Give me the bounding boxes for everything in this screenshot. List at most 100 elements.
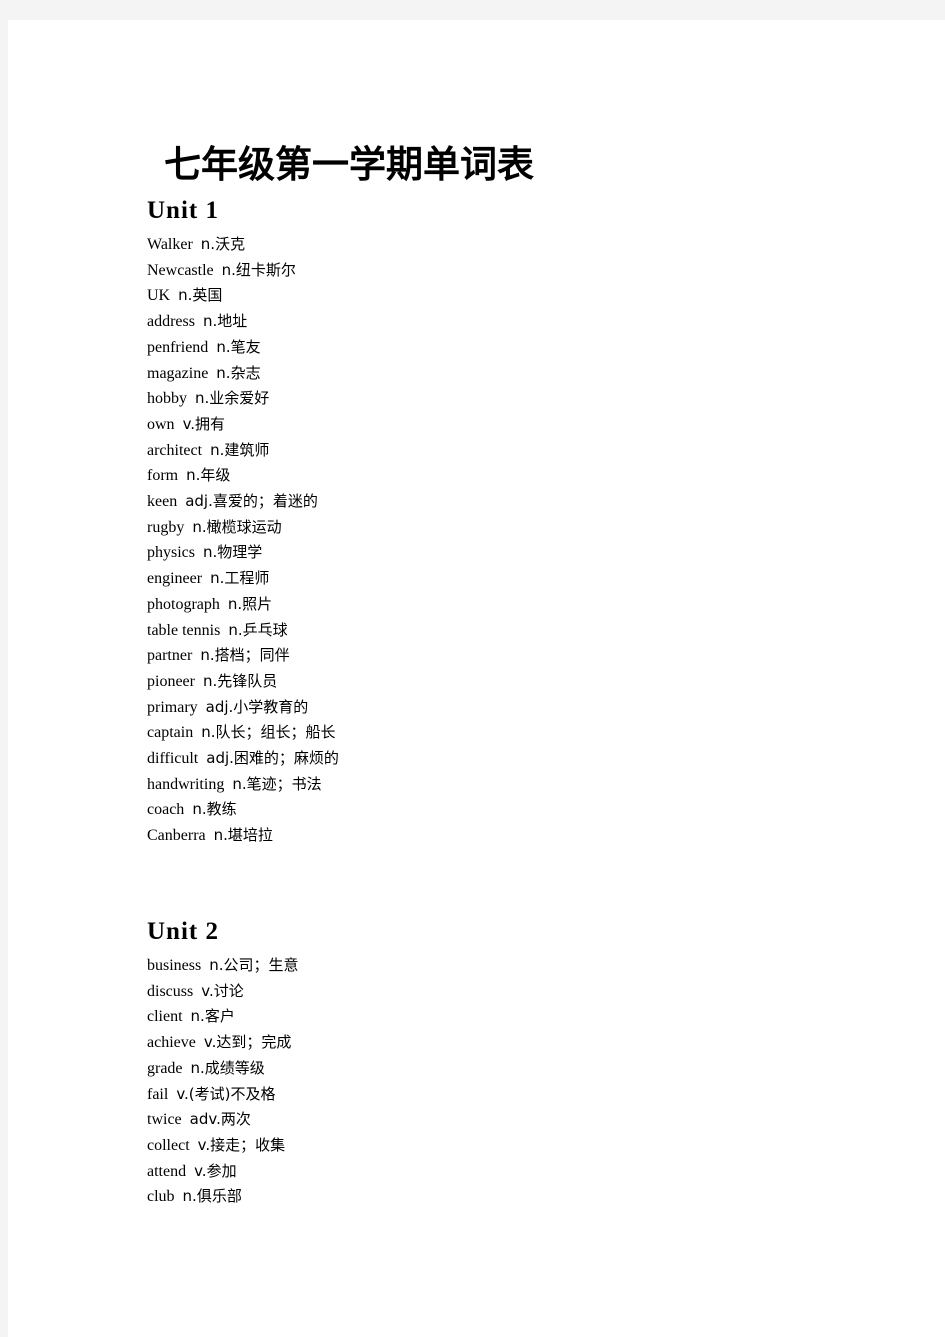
word-term: own: [147, 415, 175, 433]
word-term: magazine: [147, 364, 209, 382]
word-gloss: adj.小学教育的: [205, 697, 309, 716]
word-gloss: n.公司；生意: [209, 956, 299, 974]
word-entry: magazine n.杂志: [147, 361, 847, 387]
word-term: Newcastle: [147, 261, 214, 279]
word-entry: own v.拥有: [147, 412, 847, 438]
word-gloss: n.物理学: [203, 543, 263, 562]
word-term: table tennis: [147, 621, 221, 639]
word-gloss: v.(考试)不及格: [176, 1084, 276, 1103]
word-gloss: n.乒乓球: [228, 620, 288, 639]
word-gloss: v.达到；完成: [203, 1033, 292, 1052]
word-term: captain: [147, 724, 194, 742]
word-entry: form n.年级: [147, 463, 847, 489]
word-gloss: v.讨论: [201, 981, 244, 1000]
word-entry: discuss v.讨论: [147, 979, 847, 1005]
word-gloss: n.搭档；同伴: [200, 646, 290, 665]
word-entry: captain n.队长；组长；船长: [147, 720, 847, 746]
word-gloss: n.杂志: [216, 363, 261, 382]
word-term: penfriend: [147, 338, 209, 356]
word-gloss: n.队长；组长；船长: [201, 723, 336, 742]
word-gloss: n.橄榄球运动: [192, 517, 282, 536]
word-term: handwriting: [147, 775, 225, 793]
word-entry: engineer n.工程师: [147, 566, 847, 592]
word-gloss: v.参加: [194, 1161, 237, 1180]
word-term: primary: [147, 698, 198, 716]
word-term: UK: [147, 287, 171, 305]
word-entry: attend v.参加: [147, 1159, 847, 1185]
word-entry: keen adj.喜爱的；着迷的: [147, 489, 847, 515]
word-entry: achieve v.达到；完成: [147, 1030, 847, 1056]
word-gloss: n.教练: [192, 800, 237, 819]
unit-heading-1: Unit 1: [147, 197, 219, 224]
word-list-unit-2: business n.公司；生意 discuss v.讨论 client n.客户 a…: [147, 953, 847, 1210]
word-gloss: v.拥有: [182, 414, 226, 433]
word-entry: handwriting n.笔迹；书法: [147, 772, 847, 798]
word-entry: grade n.成绩等级: [147, 1056, 847, 1082]
word-entry: Newcastle n.纽卡斯尔: [147, 258, 847, 284]
word-entry: architect n.建筑师: [147, 438, 847, 464]
word-gloss: n.地址: [202, 312, 248, 331]
word-entry: client n.客户: [147, 1004, 847, 1030]
unit-section-1: Unit 1 Walker n.沃克 Newcastle n.纽卡斯尔 UK n.英…: [147, 196, 847, 849]
word-term: discuss: [147, 982, 194, 1000]
unit-section-2: Unit 2 business n.公司；生意 discuss v.讨论 clien…: [147, 917, 847, 1210]
word-entry: UK n.英国: [147, 283, 847, 309]
word-entry: pioneer n.先锋队员: [147, 669, 847, 695]
word-term: rugby: [147, 518, 185, 536]
word-term: fail: [147, 1085, 169, 1103]
word-gloss: n.客户: [190, 1007, 235, 1026]
word-gloss: n.堪培拉: [213, 826, 273, 845]
word-term: twice: [147, 1111, 182, 1129]
word-term: coach: [147, 801, 185, 819]
word-gloss: n.年级: [186, 466, 231, 485]
word-gloss: adv.两次: [189, 1110, 251, 1129]
word-entry: rugby n.橄榄球运动: [147, 515, 847, 541]
word-entry: penfriend n.笔友: [147, 335, 847, 361]
word-term: Walker: [147, 236, 193, 253]
word-gloss: n.业余爱好: [195, 389, 270, 408]
word-term: attend: [147, 1162, 187, 1180]
word-entry: hobby n.业余爱好: [147, 386, 847, 412]
word-term: partner: [147, 647, 193, 665]
word-entry: primary adj.小学教育的: [147, 695, 847, 721]
word-entry: club n.俱乐部: [147, 1184, 847, 1210]
document-page: 七年级第一学期单词表 Unit 1 Walker n.沃克 Newcastle n…: [8, 20, 945, 1337]
word-entry: coach n.教练: [147, 797, 847, 823]
word-gloss: adj.喜爱的；着迷的: [185, 492, 318, 511]
word-entry: Canberra n.堪培拉: [147, 823, 847, 849]
word-gloss: n.建筑师: [210, 440, 270, 459]
word-gloss: n.照片: [227, 594, 273, 613]
word-term: engineer: [147, 570, 203, 588]
word-term: pioneer: [147, 672, 195, 690]
word-term: hobby: [147, 390, 187, 408]
word-list-unit-1: Walker n.沃克 Newcastle n.纽卡斯尔 UK n.英国 addres…: [147, 232, 847, 849]
word-term: grade: [147, 1059, 183, 1077]
word-term: achieve: [147, 1034, 196, 1052]
word-term: client: [147, 1008, 183, 1026]
word-term: club: [147, 1188, 175, 1206]
word-entry: fail v.(考试)不及格: [147, 1082, 847, 1108]
word-term: architect: [147, 441, 203, 459]
word-gloss: n.沃克: [200, 235, 246, 253]
word-gloss: n.先锋队员: [202, 671, 278, 690]
word-entry: collect v.接走；收集: [147, 1133, 847, 1159]
word-term: business: [147, 957, 202, 974]
word-term: keen: [147, 493, 178, 511]
word-gloss: n.笔友: [216, 337, 261, 356]
word-entry: business n.公司；生意: [147, 953, 847, 979]
word-gloss: n.笔迹；书法: [232, 774, 322, 793]
unit-heading-2: Unit 2: [147, 918, 219, 945]
word-term: Canberra: [147, 827, 206, 845]
word-gloss: n.俱乐部: [182, 1187, 242, 1206]
word-term: physics: [147, 544, 195, 562]
word-term: difficult: [147, 750, 199, 768]
word-gloss: n.英国: [178, 286, 223, 305]
word-term: address: [147, 313, 195, 331]
word-entry: physics n.物理学: [147, 540, 847, 566]
word-gloss: v.接走；收集: [197, 1135, 286, 1154]
word-entry: twice adv.两次: [147, 1107, 847, 1133]
word-entry: partner n.搭档；同伴: [147, 643, 847, 669]
word-gloss: adj.困难的；麻烦的: [206, 749, 339, 768]
word-entry: photograph n.照片: [147, 592, 847, 618]
word-entry: table tennis n.乒乓球: [147, 618, 847, 644]
